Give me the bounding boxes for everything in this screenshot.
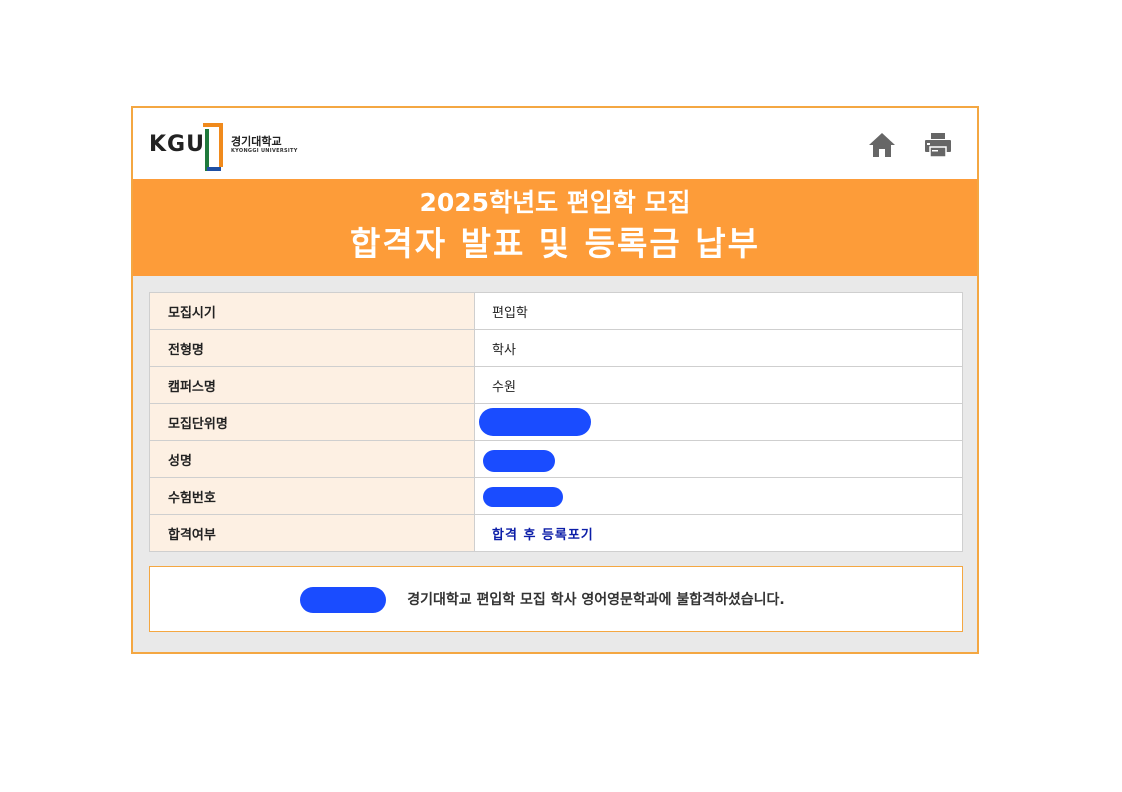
- row-value-redacted: [474, 403, 963, 441]
- content-area: 모집시기 편입학 전형명 학사 캠퍼스명 수원 모집단위명 성명 수험번호 합격…: [133, 276, 977, 632]
- table-row: 합격여부 합격 후 등록포기: [149, 514, 963, 552]
- result-message: 경기대학교 편입학 모집 학사 영어영문학과에 불합격하셨습니다.: [407, 592, 785, 608]
- logo-mark: KGU: [149, 131, 205, 157]
- banner-subtitle: 2025학년도 편입학 모집: [419, 188, 691, 217]
- banner-title: 합격자 발표 및 등록금 납부: [350, 224, 760, 263]
- row-value: 학사: [474, 329, 963, 367]
- table-row: 전형명 학사: [149, 329, 963, 367]
- row-label: 수험번호: [149, 477, 475, 515]
- redaction-mark: [483, 487, 563, 507]
- logo-bracket-icon: [201, 123, 223, 171]
- row-value-redacted: [474, 477, 963, 515]
- row-value-redacted: [474, 440, 963, 478]
- table-row: 모집단위명: [149, 403, 963, 441]
- row-label: 합격여부: [149, 514, 475, 552]
- table-row: 수험번호: [149, 477, 963, 515]
- logo-text: 경기대학교 KYONGGI UNIVERSITY: [231, 135, 298, 154]
- logo-name-en: KYONGGI UNIVERSITY: [230, 147, 298, 154]
- table-row: 성명: [149, 440, 963, 478]
- redaction-mark: [483, 450, 555, 472]
- row-label: 캠퍼스명: [149, 366, 475, 404]
- kgu-logo[interactable]: KGU 경기대학교 KYONGGI UNIVERSITY: [149, 120, 298, 171]
- result-panel: KGU 경기대학교 KYONGGI UNIVERSITY 2025학년도 편입학…: [131, 106, 979, 654]
- redaction-mark: [479, 408, 591, 436]
- row-label: 성명: [149, 440, 475, 478]
- print-icon[interactable]: [923, 130, 953, 160]
- row-label: 모집시기: [149, 292, 475, 330]
- result-status-link[interactable]: 합격 후 등록포기: [492, 528, 594, 543]
- home-icon[interactable]: [867, 130, 897, 160]
- table-row: 캠퍼스명 수원: [149, 366, 963, 404]
- top-icons: [867, 130, 953, 160]
- row-label: 전형명: [149, 329, 475, 367]
- logo-name-ko: 경기대학교: [230, 134, 282, 148]
- row-value: 수원: [474, 366, 963, 404]
- info-table: 모집시기 편입학 전형명 학사 캠퍼스명 수원 모집단위명 성명 수험번호 합격…: [149, 292, 963, 552]
- row-value: 편입학: [474, 292, 963, 330]
- result-message-box: 경기대학교 편입학 모집 학사 영어영문학과에 불합격하셨습니다.: [149, 566, 963, 632]
- redaction-mark: [300, 587, 386, 613]
- table-row: 모집시기 편입학: [149, 292, 963, 330]
- row-label: 모집단위명: [149, 403, 475, 441]
- title-banner: 2025학년도 편입학 모집 합격자 발표 및 등록금 납부: [133, 179, 977, 276]
- row-value: 합격 후 등록포기: [474, 514, 963, 552]
- top-bar: KGU 경기대학교 KYONGGI UNIVERSITY: [133, 108, 977, 179]
